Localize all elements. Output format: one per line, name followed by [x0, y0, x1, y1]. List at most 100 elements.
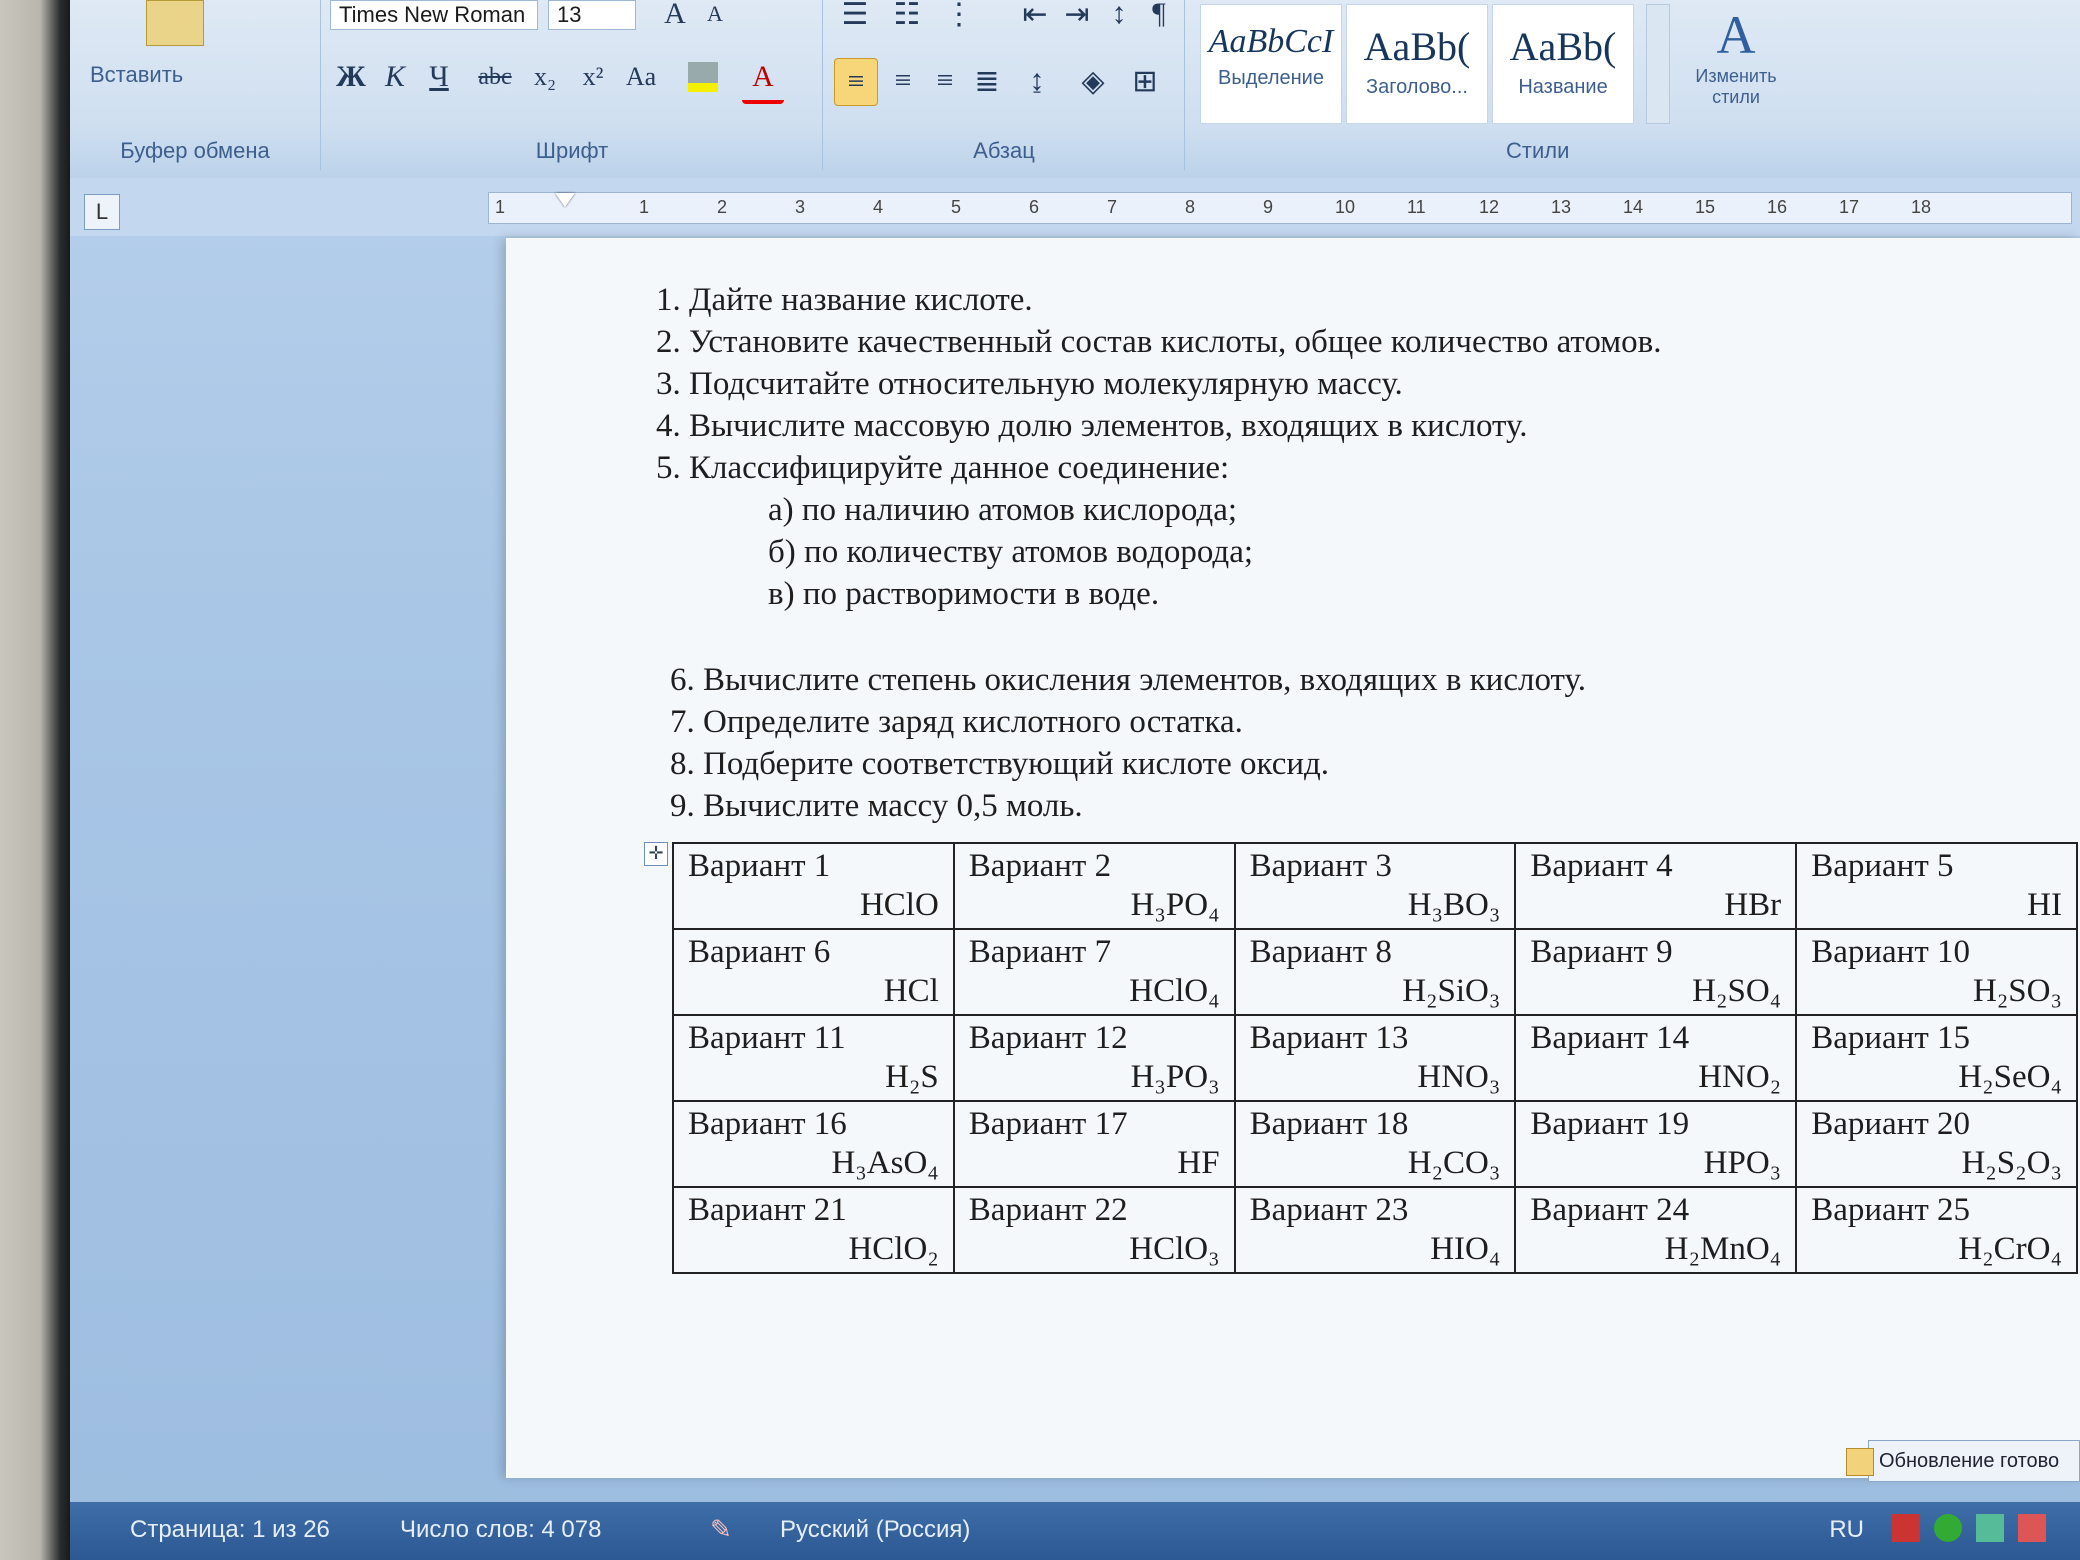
shading-icon[interactable]: ◈: [1072, 58, 1114, 104]
italic-button[interactable]: К: [374, 54, 416, 100]
page-info[interactable]: Страница: 1 из 26: [130, 1516, 330, 1544]
variant-cell[interactable]: Вариант 1 HClO: [672, 842, 955, 930]
styles-group: AaBbCcI Выделение AaBb( Заголово... AaBb…: [1186, 0, 2080, 170]
style-heading[interactable]: AaBb( Заголово...: [1346, 4, 1488, 124]
align-left-icon[interactable]: ≡: [834, 58, 878, 106]
indent-marker-icon[interactable]: [555, 193, 575, 207]
styles-scroll[interactable]: [1646, 4, 1670, 124]
table-row: Вариант 11 H₂S Вариант 12 H₃PO₃ Вариант 13 HN…: [672, 1014, 2078, 1102]
tray-volume-icon[interactable]: [2018, 1514, 2046, 1542]
paste-button[interactable]: Вставить: [90, 52, 183, 98]
strikethrough-button[interactable]: abc: [474, 54, 516, 100]
superscript-button[interactable]: x²: [572, 54, 614, 100]
align-right-icon[interactable]: ≡: [924, 58, 966, 104]
ruler-mark: 13: [1551, 197, 1572, 217]
variant-cell[interactable]: Вариант 14 HNO₂: [1514, 1014, 1798, 1102]
variant-name: Вариант 20: [1811, 1106, 1970, 1142]
font-family-select[interactable]: Times New Roman: [330, 0, 538, 30]
keyboard-language[interactable]: RU: [1829, 1516, 1864, 1544]
underline-button[interactable]: Ч: [418, 54, 460, 100]
variant-cell[interactable]: Вариант 24 H₂MnO₄: [1514, 1186, 1798, 1274]
variant-cell[interactable]: Вариант 9 H₂SO₄: [1514, 928, 1798, 1016]
shrink-font-button[interactable]: A: [694, 0, 736, 28]
tray-network-icon[interactable]: [1976, 1514, 2004, 1542]
font-size-select[interactable]: 13: [548, 0, 636, 30]
table-move-handle-icon[interactable]: ✛: [644, 842, 668, 866]
justify-icon[interactable]: ≣: [966, 58, 1008, 104]
variant-cell[interactable]: Вариант 22 HClO₃: [952, 1186, 1236, 1274]
variant-formula: H₂S₂O₃: [1961, 1145, 2062, 1181]
line-spacing-icon[interactable]: ↨: [1016, 58, 1058, 104]
variant-cell[interactable]: Вариант 5 HI: [1795, 842, 2078, 930]
variant-cell[interactable]: Вариант 16 H₃AsO₄: [672, 1100, 955, 1188]
decrease-indent-icon[interactable]: ⇤: [1014, 0, 1056, 31]
variant-cell[interactable]: Вариант 11 H₂S: [672, 1014, 955, 1102]
sort-icon[interactable]: ↕: [1098, 0, 1140, 30]
bold-button[interactable]: Ж: [330, 54, 372, 100]
update-notification[interactable]: Обновление готово: [1868, 1440, 2080, 1482]
variant-formula: H₂MnO₄: [1664, 1231, 1782, 1267]
style-sample: AaBb(: [1363, 24, 1471, 69]
variant-cell[interactable]: Вариант 18 H₂CO₃: [1233, 1100, 1517, 1188]
variant-cell[interactable]: Вариант 4 HBr: [1514, 842, 1798, 930]
variant-cell[interactable]: Вариант 3 H₃BO₃: [1233, 842, 1517, 930]
align-center-icon[interactable]: ≡: [882, 58, 924, 104]
language-indicator[interactable]: Русский (Россия): [780, 1516, 970, 1544]
subtask-b: б) по количеству атомов водорода;: [768, 534, 1254, 570]
bullets-icon[interactable]: ☰: [834, 0, 876, 31]
borders-icon[interactable]: ⊞: [1124, 58, 1166, 104]
horizontal-ruler[interactable]: 1 1 2 3 4 5 6 7 8 9 10 11 12 13 14 15 16…: [488, 192, 2072, 224]
document-page[interactable]: 1. Дайте название кислоте. 2. Установите…: [506, 238, 2080, 1478]
style-title[interactable]: AaBb( Название: [1492, 4, 1634, 124]
variant-cell[interactable]: Вариант 17 HF: [952, 1100, 1236, 1188]
variant-cell[interactable]: Вариант 21 HClO₂: [672, 1186, 955, 1274]
style-name: Название: [1518, 76, 1608, 98]
variant-cell[interactable]: Вариант 2 H₃PO₄: [952, 842, 1236, 930]
ribbon: Вставить Буфер обмена Times New Roman 13…: [70, 0, 2080, 179]
style-sample: AaBbCcI: [1208, 23, 1334, 60]
variant-cell[interactable]: Вариант 15 H₂SeO₄: [1795, 1014, 2078, 1102]
change-styles-button[interactable]: A Изменить стили: [1686, 4, 1786, 144]
spellcheck-icon[interactable]: ✎: [710, 1514, 732, 1545]
variant-cell[interactable]: Вариант 23 HIO₄: [1233, 1186, 1517, 1274]
tray-flag-icon[interactable]: [1892, 1514, 1920, 1542]
variant-cell[interactable]: Вариант 6 HCl: [672, 928, 955, 1016]
task-3: 3. Подсчитайте относительную молекулярну…: [656, 366, 1403, 402]
style-name: Выделение: [1218, 67, 1324, 89]
change-case-button[interactable]: Aa: [620, 54, 662, 100]
variant-cell[interactable]: Вариант 12 H₃PO₃: [952, 1014, 1236, 1102]
variant-cell[interactable]: Вариант 20 H₂S₂O₃: [1795, 1100, 2078, 1188]
tab-selector[interactable]: L: [84, 194, 120, 230]
status-bar: Страница: 1 из 26 Число слов: 4 078 ✎ Ру…: [70, 1502, 2080, 1560]
style-name: Заголово...: [1366, 76, 1468, 98]
variant-cell[interactable]: Вариант 19 HPO₃: [1514, 1100, 1798, 1188]
change-styles-label: Изменить стили: [1695, 66, 1777, 107]
style-emphasis[interactable]: AaBbCcI Выделение: [1200, 4, 1342, 124]
variant-name: Вариант 11: [688, 1020, 846, 1056]
increase-indent-icon[interactable]: ⇥: [1056, 0, 1098, 31]
multilevel-list-icon[interactable]: ⋮: [938, 0, 980, 31]
variant-formula: HClO₃: [1129, 1231, 1220, 1267]
show-marks-button[interactable]: ¶: [1138, 0, 1180, 30]
numbering-icon[interactable]: ☷: [886, 0, 928, 31]
ruler-mark: 16: [1767, 197, 1788, 217]
variant-cell[interactable]: Вариант 13 HNO₃: [1233, 1014, 1517, 1102]
ruler-bar: L 1 1 2 3 4 5 6 7 8 9 10 11 12 13 14 15 …: [70, 178, 2080, 236]
subscript-button[interactable]: x₂: [524, 54, 566, 100]
variant-formula: H₂SO₃: [1972, 973, 2062, 1009]
highlight-button[interactable]: [682, 54, 724, 100]
highlighter-icon: [688, 62, 718, 92]
font-color-button[interactable]: A: [742, 54, 784, 104]
paste-icon[interactable]: [146, 0, 204, 46]
variant-cell[interactable]: Вариант 10 H₂SO₃: [1795, 928, 2078, 1016]
variant-cell[interactable]: Вариант 8 H₂SiO₃: [1233, 928, 1517, 1016]
grow-font-button[interactable]: A: [654, 0, 696, 30]
variant-cell[interactable]: Вариант 25 H₂CrO₄: [1795, 1186, 2078, 1274]
tray-security-icon[interactable]: [1934, 1514, 1962, 1542]
ruler-mark: 1: [639, 197, 650, 217]
clipboard-group-label: Буфер обмена: [120, 138, 270, 163]
variant-formula: HI: [2027, 887, 2062, 923]
variant-cell[interactable]: Вариант 7 HClO₄: [952, 928, 1236, 1016]
view-layout-icon[interactable]: [1846, 1448, 1874, 1476]
word-count[interactable]: Число слов: 4 078: [400, 1516, 601, 1544]
